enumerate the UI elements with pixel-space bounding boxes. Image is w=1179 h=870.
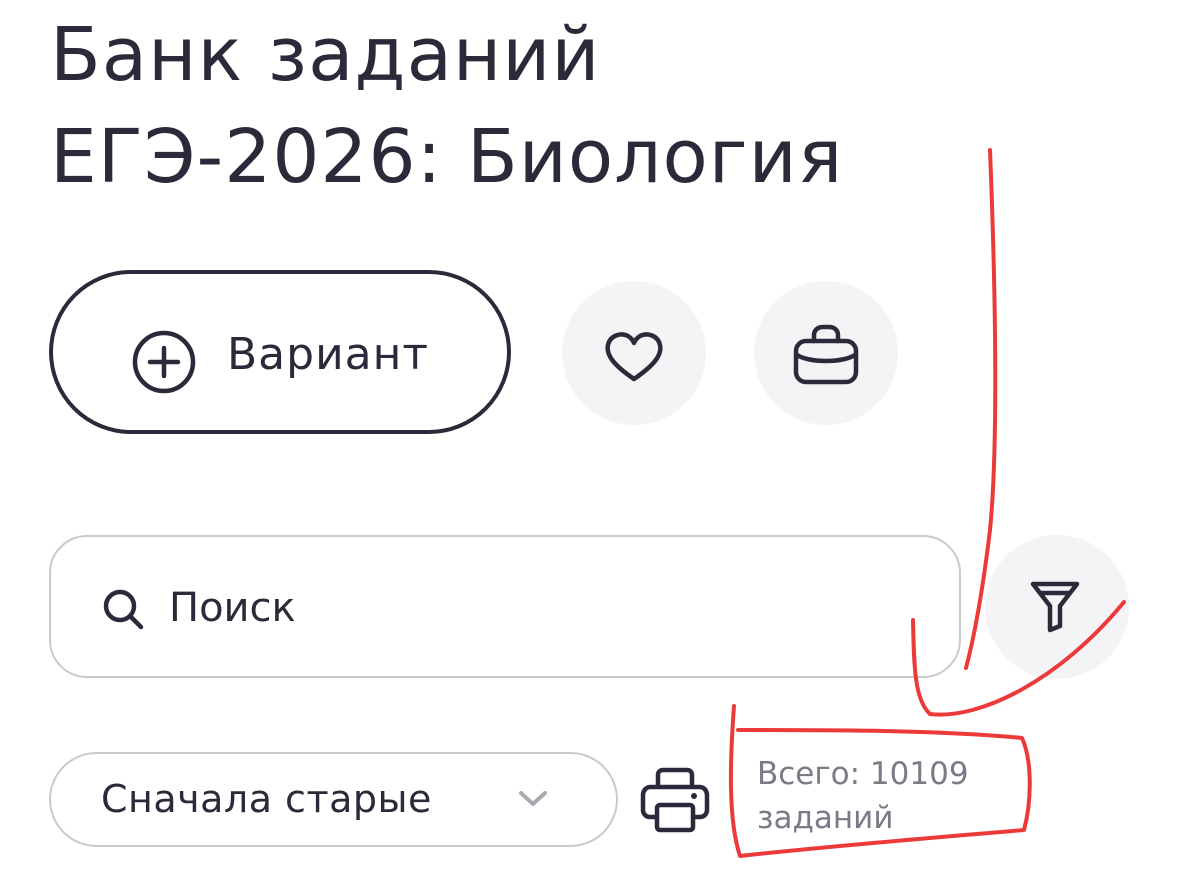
heart-icon: [605, 332, 663, 382]
plus-circle-icon: [132, 330, 196, 394]
filter-icon: [1030, 581, 1080, 633]
add-variant-button[interactable]: Вариант: [49, 270, 511, 434]
chevron-down-icon: [519, 791, 547, 806]
briefcase-icon: [793, 324, 859, 385]
page-title-line2: ЕГЭ-2026: Биология: [50, 114, 844, 200]
filter-button[interactable]: [985, 535, 1129, 679]
print-button[interactable]: [638, 765, 712, 835]
sort-select[interactable]: Сначала старые: [49, 752, 618, 847]
add-variant-label: Вариант: [227, 329, 430, 380]
portfolio-button[interactable]: [754, 281, 898, 425]
favorites-button[interactable]: [562, 281, 706, 425]
sort-selected-value: Сначала старые: [101, 777, 432, 821]
total-count: Всего: 10109 заданий: [757, 756, 969, 836]
search-icon: [103, 589, 144, 630]
page-title: Банк заданий ЕГЭ-2026: Биология: [50, 4, 843, 208]
page-title-line1: Банк заданий: [50, 12, 601, 98]
printer-icon: [640, 767, 710, 833]
search-field[interactable]: [49, 535, 961, 678]
search-input[interactable]: [169, 573, 869, 643]
